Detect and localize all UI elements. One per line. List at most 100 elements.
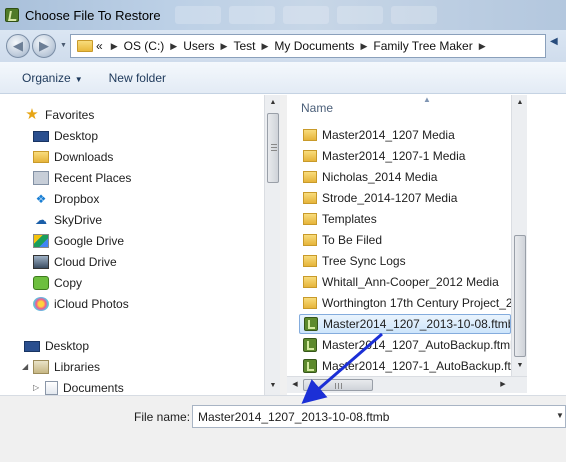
nav-item-desktop[interactable]: Desktop: [33, 126, 98, 146]
nav-item-label: SkyDrive: [54, 213, 103, 227]
nav-item-label: iCloud Photos: [54, 297, 129, 311]
organize-button[interactable]: Organize ▼: [16, 67, 89, 89]
file-row[interactable]: Master2014_1207 Media: [299, 125, 511, 145]
nav-favorites[interactable]: ★ Favorites: [24, 105, 94, 125]
breadcrumb-my-documents[interactable]: My Documents: [274, 39, 354, 53]
folder-icon: [303, 171, 317, 183]
filename-label: File name:: [134, 410, 191, 424]
breadcrumb-separator: ▶: [478, 40, 486, 51]
file-list-vertical-scrollbar[interactable]: ▲ ▼: [511, 95, 527, 376]
address-bar[interactable]: « ▶ OS (C:) ▶ Users ▶ Test ▶ My Document…: [70, 34, 546, 58]
folder-icon: [303, 150, 317, 162]
file-name: Master2014_1207_2013-10-08.ftmb: [323, 317, 511, 331]
file-list-scroll-thumb[interactable]: [514, 235, 526, 357]
file-name: Master2014_1207 Media: [322, 128, 455, 142]
nav-item-label: Recent Places: [54, 171, 132, 185]
folder-icon: [303, 276, 317, 288]
breadcrumb-users[interactable]: Users: [183, 39, 214, 53]
nav-item-recent-places[interactable]: Recent Places: [33, 168, 131, 188]
scroll-right-icon[interactable]: ▶: [495, 377, 511, 393]
file-name: Strode_2014-1207 Media: [322, 191, 458, 205]
back-button[interactable]: ◀: [6, 34, 30, 58]
filename-bar: File name: ▼: [0, 395, 566, 462]
filename-input[interactable]: [192, 405, 566, 428]
file-row[interactable]: Master2014_1207_2013-10-08.ftmb: [299, 314, 511, 334]
nav-item-label: Downloads: [54, 150, 114, 164]
file-name: Master2014_1207-1_AutoBackup.ftm: [322, 359, 511, 373]
family-tree-maker-icon: [5, 8, 19, 22]
file-row[interactable]: To Be Filed: [299, 230, 511, 250]
nav-scrollbar[interactable]: ▲ ▼: [264, 95, 280, 395]
file-list-hscroll-thumb[interactable]: [303, 379, 373, 391]
nav-item-label: Desktop: [45, 339, 90, 353]
breadcrumb-separator: ▶: [110, 40, 118, 51]
column-header-label: Name: [301, 101, 334, 115]
file-row[interactable]: Templates: [299, 209, 511, 229]
folder-icon: [303, 297, 317, 309]
nav-item-label: Cloud Drive: [54, 255, 117, 269]
file-row[interactable]: Master2014_1207-1 Media: [299, 146, 511, 166]
file-row[interactable]: Master2014_1207-1_AutoBackup.ftm: [299, 356, 511, 376]
file-name: Master2014_1207-1 Media: [322, 149, 466, 163]
refresh-icon[interactable]: ◀: [550, 36, 558, 47]
nav-item-google-drive[interactable]: Google Drive: [33, 231, 124, 251]
scroll-up-icon[interactable]: ▲: [512, 95, 528, 111]
nav-scroll-thumb[interactable]: [267, 113, 279, 183]
recent-locations-dropdown[interactable]: ▼: [60, 42, 67, 49]
nav-item-copy[interactable]: Copy: [33, 273, 82, 293]
icloud-photos-icon: [33, 297, 49, 311]
file-name: Templates: [322, 212, 377, 226]
organize-label: Organize: [22, 70, 71, 85]
file-name: Nicholas_2014 Media: [322, 170, 438, 184]
title-bar: Choose File To Restore: [0, 0, 566, 30]
scroll-down-icon[interactable]: ▼: [512, 358, 528, 374]
breadcrumb-test[interactable]: Test: [233, 39, 255, 53]
desktop-icon: [24, 340, 40, 352]
file-name: To Be Filed: [322, 233, 383, 247]
nav-libraries[interactable]: Libraries: [33, 357, 100, 377]
background-app-tabs: [174, 6, 437, 24]
star-icon: ★: [25, 106, 39, 123]
nav-item-label: Copy: [54, 276, 83, 290]
column-header-name[interactable]: Name: [287, 95, 511, 117]
libraries-icon: [33, 360, 49, 374]
scroll-up-icon[interactable]: ▲: [265, 95, 281, 111]
address-row: ◀ ▶ ▼ « ▶ OS (C:) ▶ Users ▶ Test ▶ My Do…: [0, 30, 566, 62]
nav-item-label: Google Drive: [54, 234, 125, 248]
arrow-left-icon: ◀: [13, 38, 23, 53]
breadcrumb-separator: ▶: [360, 40, 368, 51]
nav-documents[interactable]: Documents: [45, 378, 124, 395]
nav-item-dropbox[interactable]: ❖ Dropbox: [33, 189, 100, 209]
skydrive-cloud-icon: ☁: [35, 213, 47, 227]
breadcrumb-os-c[interactable]: OS (C:): [124, 39, 165, 53]
nav-item-cloud-drive[interactable]: Cloud Drive: [33, 252, 117, 272]
ftm-backup-file-icon: [303, 338, 317, 352]
desktop-icon: [33, 130, 49, 142]
file-row[interactable]: Tree Sync Logs: [299, 251, 511, 271]
nav-item-icloud-photos[interactable]: iCloud Photos: [33, 294, 129, 314]
expand-arrow-icon[interactable]: ◢: [22, 362, 28, 371]
file-row[interactable]: Strode_2014-1207 Media: [299, 188, 511, 208]
downloads-folder-icon: [33, 151, 49, 163]
chevron-down-icon[interactable]: ▼: [556, 411, 564, 420]
documents-icon: [45, 381, 58, 395]
nav-item-skydrive[interactable]: ☁ SkyDrive: [33, 210, 102, 230]
scroll-left-icon[interactable]: ◀: [287, 377, 303, 393]
recent-places-icon: [33, 171, 49, 185]
breadcrumb-family-tree-maker[interactable]: Family Tree Maker: [373, 39, 472, 53]
file-row[interactable]: Nicholas_2014 Media: [299, 167, 511, 187]
file-row[interactable]: Whitall_Ann-Cooper_2012 Media: [299, 272, 511, 292]
scroll-down-icon[interactable]: ▼: [265, 378, 281, 394]
nav-desktop-root[interactable]: Desktop: [24, 336, 89, 356]
nav-item-label: Dropbox: [54, 192, 100, 206]
pane-splitter[interactable]: [280, 95, 287, 395]
new-folder-button[interactable]: New folder: [103, 67, 172, 89]
file-row[interactable]: Master2014_1207_AutoBackup.ftmb: [299, 335, 511, 355]
expand-arrow-icon[interactable]: ▷: [33, 383, 39, 392]
forward-button[interactable]: ▶: [32, 34, 56, 58]
breadcrumb-overflow[interactable]: «: [96, 39, 103, 53]
file-list-horizontal-scrollbar[interactable]: ◀ ▶: [287, 376, 527, 393]
file-row[interactable]: Worthington 17th Century Project_2: [299, 293, 511, 313]
nav-item-downloads[interactable]: Downloads: [33, 147, 113, 167]
file-name: Whitall_Ann-Cooper_2012 Media: [322, 275, 499, 289]
